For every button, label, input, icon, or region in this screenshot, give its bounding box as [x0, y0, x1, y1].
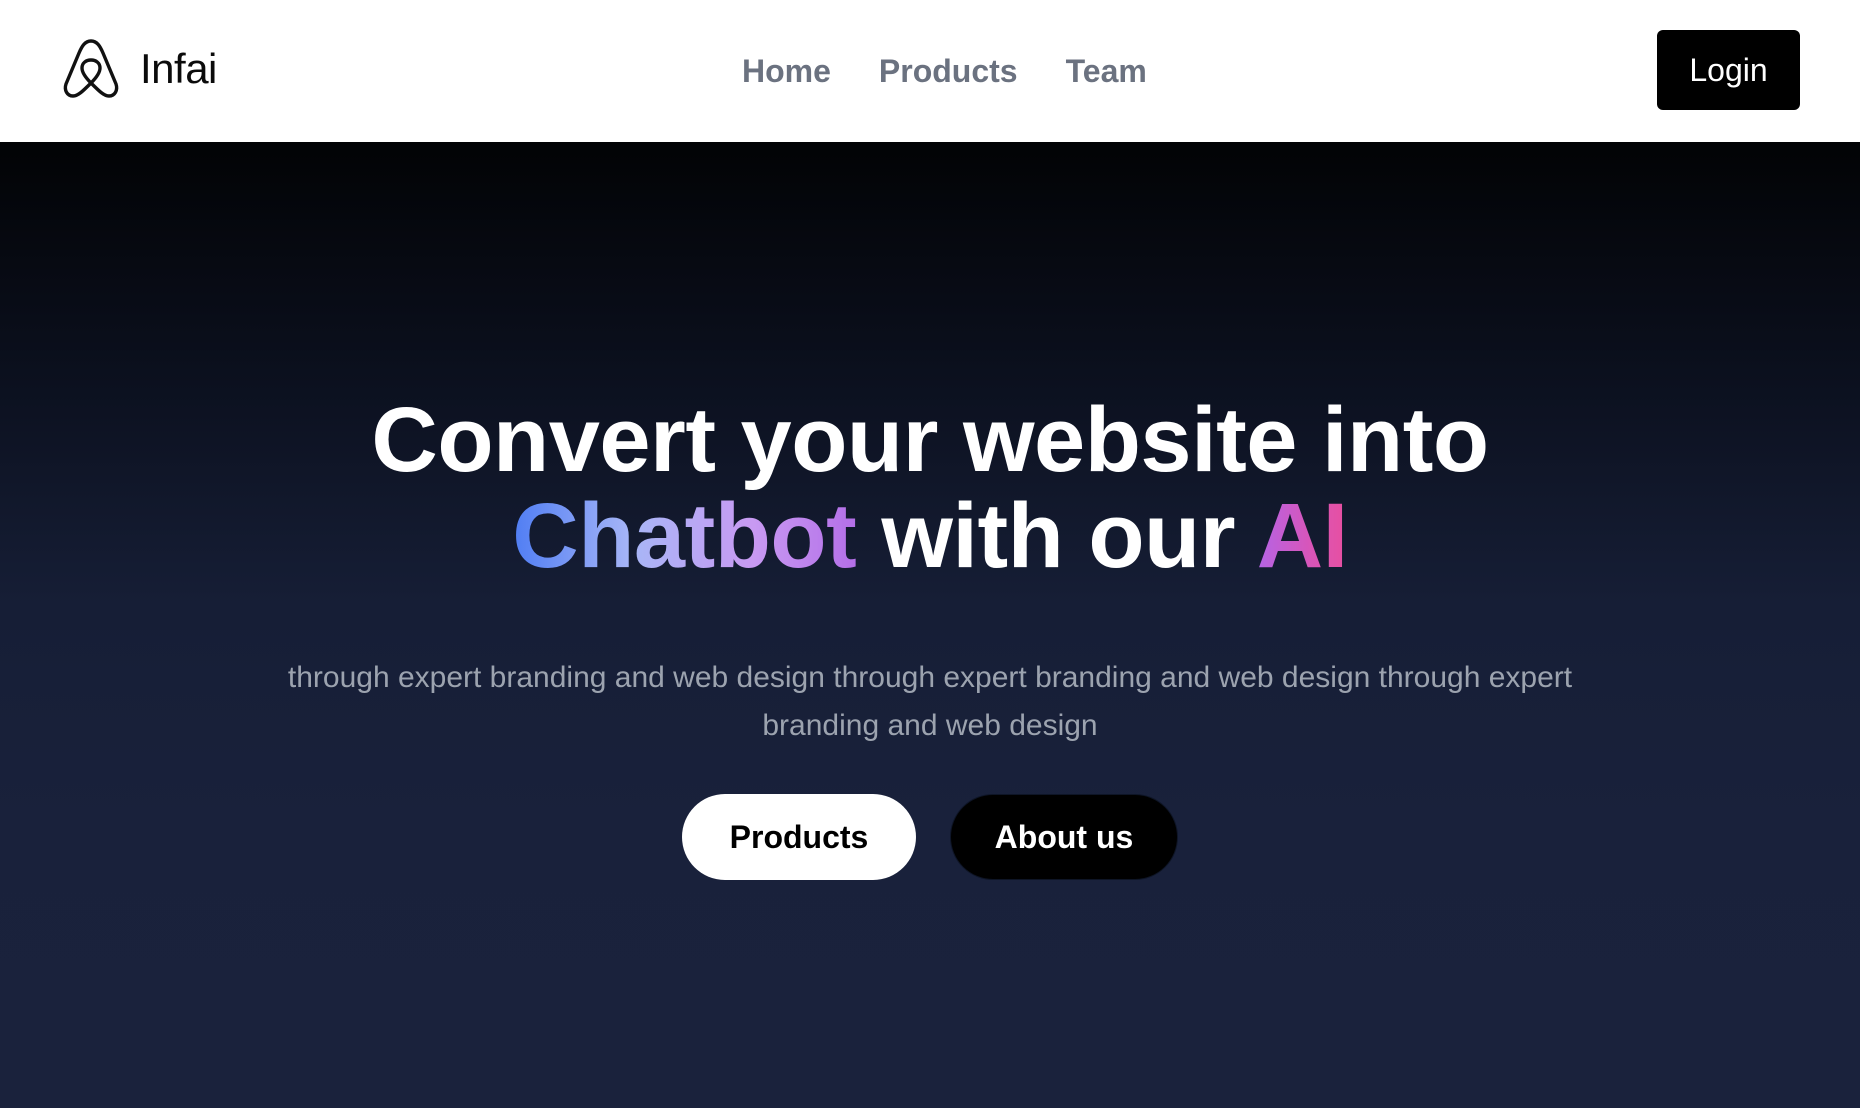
brand-logo-link[interactable]: Infai	[58, 36, 217, 102]
hero-cta-row: Products About us	[0, 794, 1860, 880]
headline-word-ai: AI	[1256, 485, 1349, 587]
about-us-button[interactable]: About us	[950, 794, 1178, 880]
brand-name: Infai	[140, 45, 217, 92]
top-navbar: Infai Home Products Team Login	[0, 0, 1860, 142]
nav-link-products[interactable]: Products	[879, 53, 1018, 90]
login-button[interactable]: Login	[1657, 30, 1800, 110]
headline-line-1: Convert your website into	[371, 389, 1489, 491]
products-button[interactable]: Products	[682, 794, 916, 880]
headline-word-chatbot: Chatbot	[512, 485, 857, 587]
nav-link-team[interactable]: Team	[1066, 53, 1147, 90]
headline-middle: with our	[856, 485, 1257, 587]
hero-headline: Convert your website into Chatbot with o…	[0, 392, 1860, 584]
hero-subtext: through expert branding and web design t…	[287, 661, 1573, 742]
main-nav: Home Products Team	[742, 50, 1147, 92]
brand-logo-icon	[63, 39, 119, 98]
nav-link-home[interactable]: Home	[742, 53, 831, 90]
headline-line-2: Chatbot with our AI	[0, 488, 1860, 584]
hero-section: Convert your website into Chatbot with o…	[0, 142, 1860, 1108]
